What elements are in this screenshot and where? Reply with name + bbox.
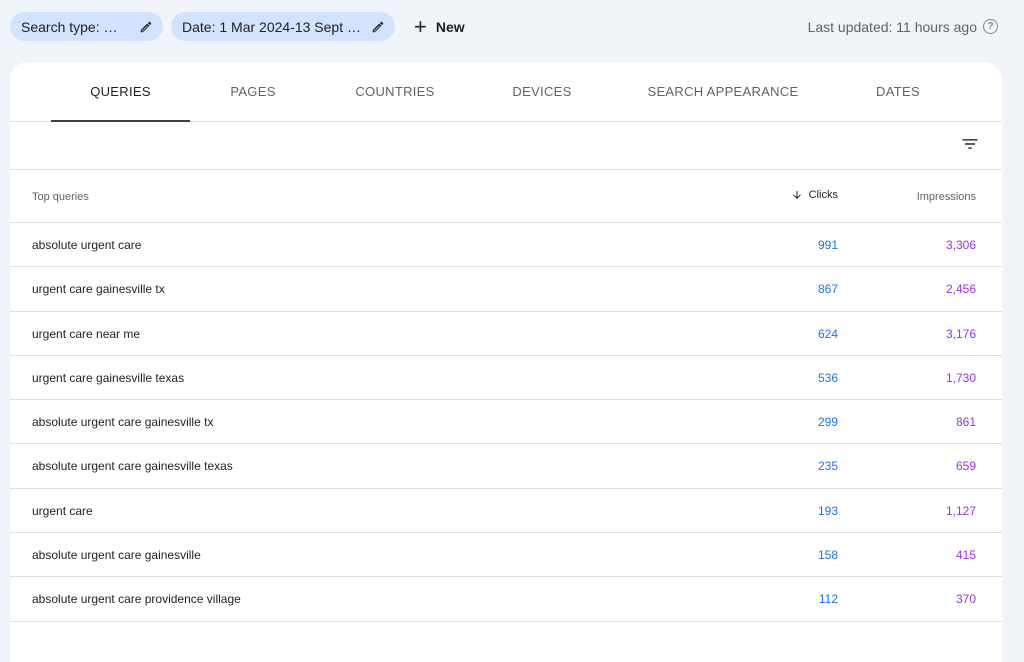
tab-devices[interactable]: DEVICES <box>492 62 592 121</box>
clicks-cell: 624 <box>817 326 838 341</box>
tab-countries[interactable]: COUNTRIES <box>340 62 450 121</box>
tab-queries[interactable]: QUERIES <box>51 62 190 122</box>
tab-search-appearance-label: SEARCH APPEARANCE <box>647 84 799 99</box>
new-filter-label: New <box>435 18 465 35</box>
table-row[interactable]: absolute urgent care 991 3,306 <box>10 223 1002 268</box>
date-range-label: Date: 1 Mar 2024-13 Sept 20... <box>182 18 361 35</box>
impressions-cell: 1,127 <box>945 503 976 518</box>
table-body: absolute urgent care 991 3,306 urgent ca… <box>10 223 1002 622</box>
tab-pages-label: PAGES <box>230 84 276 99</box>
table-row[interactable]: absolute urgent care gainesville texas 2… <box>10 444 1002 489</box>
table-toolbar <box>10 122 1002 170</box>
pencil-icon <box>140 21 152 32</box>
header-impressions[interactable]: Impressions <box>917 191 976 203</box>
last-updated-status: Last updated: 11 hours ago ? <box>808 12 998 41</box>
impressions-cell: 2,456 <box>945 282 976 297</box>
pencil-icon <box>372 21 384 32</box>
table-row[interactable]: absolute urgent care gainesville 158 415 <box>10 533 1002 578</box>
query-cell: absolute urgent care gainesville <box>32 548 201 563</box>
tab-dates[interactable]: DATES <box>848 62 948 121</box>
header-top-queries[interactable]: Top queries <box>32 191 89 203</box>
arrow-down-icon <box>792 191 801 199</box>
query-cell: urgent care <box>32 503 93 518</box>
tab-dates-label: DATES <box>876 84 920 99</box>
clicks-cell: 536 <box>817 370 838 385</box>
query-cell: absolute urgent care <box>32 238 142 252</box>
plus-icon: + <box>414 13 427 39</box>
help-icon[interactable]: ? <box>983 19 998 34</box>
impressions-cell: 1,730 <box>945 370 976 385</box>
table-row[interactable]: urgent care gainesville texas 536 1,730 <box>10 356 1002 401</box>
header-clicks[interactable]: Clicks <box>791 189 838 201</box>
date-range-chip[interactable]: Date: 1 Mar 2024-13 Sept 20... <box>171 12 395 41</box>
impressions-cell: 415 <box>955 548 976 563</box>
dimension-tabs: QUERIES PAGES COUNTRIES DEVICES SEARCH A… <box>10 62 1002 122</box>
tab-pages[interactable]: PAGES <box>203 62 303 121</box>
search-type-label: Search type: Web <box>21 18 129 35</box>
query-cell: absolute urgent care providence village <box>32 592 241 607</box>
top-filter-bar: Search type: Web Date: 1 Mar 2024-13 Sep… <box>0 0 1024 52</box>
clicks-cell: 193 <box>817 503 838 518</box>
clicks-cell: 867 <box>817 282 838 297</box>
tab-search-appearance[interactable]: SEARCH APPEARANCE <box>638 62 808 121</box>
clicks-cell: 158 <box>817 548 838 563</box>
impressions-cell: 861 <box>955 415 976 430</box>
table-row[interactable]: absolute urgent care gainesville tx 299 … <box>10 400 1002 445</box>
filter-icon[interactable] <box>960 134 980 154</box>
tab-countries-label: COUNTRIES <box>355 84 435 99</box>
table-header: Top queries Clicks Impressions <box>10 170 1002 223</box>
impressions-cell: 3,176 <box>945 326 976 341</box>
clicks-cell: 299 <box>817 415 838 430</box>
clicks-cell: 112 <box>818 592 838 607</box>
table-row[interactable]: urgent care 193 1,127 <box>10 489 1002 534</box>
report-card: QUERIES PAGES COUNTRIES DEVICES SEARCH A… <box>10 62 1002 662</box>
clicks-cell: 991 <box>817 238 838 252</box>
query-cell: absolute urgent care gainesville tx <box>32 415 214 430</box>
table-row[interactable]: urgent care near me 624 3,176 <box>10 312 1002 356</box>
header-clicks-label: Clicks <box>808 189 838 201</box>
query-cell: urgent care gainesville tx <box>32 282 165 297</box>
impressions-cell: 659 <box>955 459 976 474</box>
new-filter-button[interactable]: + New <box>408 12 471 41</box>
query-cell: urgent care near me <box>32 326 141 341</box>
tab-queries-label: QUERIES <box>90 84 151 99</box>
clicks-cell: 235 <box>817 459 838 474</box>
query-cell: absolute urgent care gainesville texas <box>32 459 233 474</box>
tab-devices-label: DEVICES <box>512 84 572 99</box>
impressions-cell: 370 <box>955 592 976 607</box>
search-type-chip[interactable]: Search type: Web <box>10 12 163 41</box>
table-row[interactable]: absolute urgent care providence village … <box>10 577 1002 622</box>
last-updated-text: Last updated: 11 hours ago <box>807 18 977 35</box>
query-cell: urgent care gainesville texas <box>32 370 185 385</box>
table-row[interactable]: urgent care gainesville tx 867 2,456 <box>10 267 1002 312</box>
impressions-cell: 3,306 <box>945 238 976 252</box>
